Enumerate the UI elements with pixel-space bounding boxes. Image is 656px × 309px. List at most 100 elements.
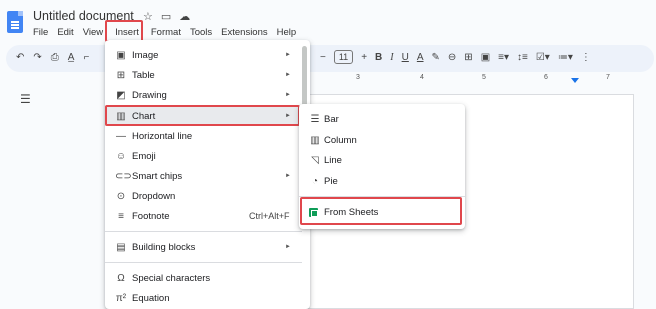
toolbar: ↶ ↷ ⎙ A̲ ⌐ − 11 + B I U A ✎ ⊖ ⊞ ▣ ≡▾ ↕≡ … <box>6 45 654 72</box>
menu-item-shortcut: Ctrl+Alt+F <box>249 211 290 221</box>
submenu-item-label: Bar <box>324 113 339 125</box>
submenu-item-column[interactable]: ▥ Column <box>299 130 465 150</box>
submenu-arrow-icon: ► <box>285 173 291 179</box>
table-icon: ⊞ <box>116 69 126 81</box>
menu-item-horizontal-line[interactable]: — Horizontal line <box>105 126 302 146</box>
indent-marker-icon[interactable] <box>571 78 579 83</box>
menu-item-label: Smart chips <box>132 170 183 182</box>
menu-view[interactable]: View <box>83 27 103 38</box>
menu-item-label: Drawing <box>132 89 167 101</box>
menu-item-image[interactable]: ▣ Image ► <box>105 45 302 65</box>
italic-button[interactable]: I <box>390 52 393 63</box>
menu-item-equation[interactable]: π² Equation <box>105 288 302 308</box>
menu-item-label: Horizontal line <box>132 130 193 142</box>
menu-item-footnote[interactable]: ≡ Footnote Ctrl+Alt+F <box>105 206 302 226</box>
ruler-mark: 4 <box>420 74 424 81</box>
move-folder-icon[interactable]: ▭ <box>161 10 171 23</box>
star-icon[interactable]: ☆ <box>143 10 153 23</box>
emoji-icon: ☺ <box>115 150 127 162</box>
building-blocks-icon: ▤ <box>116 241 126 253</box>
ruler-mark: 6 <box>544 74 548 81</box>
menu-format[interactable]: Format <box>151 27 181 38</box>
menu-item-label: Equation <box>132 292 170 304</box>
menu-extensions[interactable]: Extensions <box>221 27 267 38</box>
cloud-status-icon[interactable]: ☁ <box>179 10 190 23</box>
redo-icon[interactable]: ↷ <box>33 52 41 63</box>
submenu-item-line[interactable]: ◹ Line <box>299 150 465 170</box>
special-characters-icon: Ω <box>117 272 125 284</box>
menu-tools[interactable]: Tools <box>190 27 212 38</box>
menu-divider <box>105 231 302 232</box>
menu-bar: File Edit View Insert Format Tools Exten… <box>33 27 305 38</box>
insert-highlight-box <box>105 20 143 42</box>
align-icon[interactable]: ≡▾ <box>498 52 509 63</box>
menu-item-table[interactable]: ⊞ Table ► <box>105 65 302 85</box>
submenu-item-label: Pie <box>324 175 338 187</box>
undo-icon[interactable]: ↶ <box>16 52 24 63</box>
submenu-item-label: Column <box>324 134 357 146</box>
from-sheets-highlight-box <box>300 197 462 225</box>
link-icon[interactable]: ⊖ <box>448 52 456 63</box>
ruler-mark: 7 <box>606 74 610 81</box>
smart-chips-icon: ⊂⊃ <box>115 170 132 182</box>
menu-item-smart-chips[interactable]: ⊂⊃ Smart chips ► <box>105 166 302 186</box>
submenu-arrow-icon: ► <box>285 244 291 250</box>
horizontal-line-icon: — <box>116 130 126 142</box>
menu-item-label: Building blocks <box>132 241 196 253</box>
submenu-item-pie[interactable]: ◔ Pie <box>299 171 465 191</box>
menu-help[interactable]: Help <box>277 27 297 38</box>
ruler[interactable]: 3 4 5 6 7 <box>304 74 634 86</box>
toolbar-right-group: − 11 + B I U A ✎ ⊖ ⊞ ▣ ≡▾ ↕≡ ☑▾ ≔▾ ⋮ <box>320 50 591 64</box>
footnote-icon: ≡ <box>118 210 124 222</box>
drawing-icon: ◩ <box>116 89 126 101</box>
comment-icon[interactable]: ⊞ <box>464 52 472 63</box>
menu-edit[interactable]: Edit <box>57 27 73 38</box>
insert-image-icon[interactable]: ▣ <box>481 52 490 63</box>
menu-file[interactable]: File <box>33 27 48 38</box>
menu-item-label: Footnote <box>132 210 170 222</box>
document-outline-icon[interactable]: ☰ <box>20 92 31 106</box>
docs-logo-icon[interactable] <box>7 11 23 33</box>
docs-app: Untitled document ☆ ▭ ☁ File Edit View I… <box>0 0 656 309</box>
submenu-item-bar[interactable]: ☰ Bar <box>299 109 465 129</box>
submenu-arrow-icon: ► <box>285 92 291 98</box>
numbered-list-icon[interactable]: ⋮ <box>581 52 591 63</box>
decrease-font-size-button[interactable]: − <box>320 52 326 63</box>
menu-item-dropdown[interactable]: ⊙ Dropdown <box>105 186 302 206</box>
menu-item-label: Special characters <box>132 272 211 284</box>
checklist-icon[interactable]: ☑▾ <box>536 52 550 63</box>
underline-button[interactable]: U <box>402 52 409 63</box>
menu-item-label: Emoji <box>132 150 156 162</box>
image-icon: ▣ <box>116 49 126 61</box>
title-icons: ☆ ▭ ☁ <box>143 10 190 23</box>
menu-item-label: Dropdown <box>132 190 176 202</box>
font-size-input[interactable]: 11 <box>333 50 354 64</box>
increase-font-size-button[interactable]: + <box>361 52 367 63</box>
spellcheck-icon[interactable]: A̲ <box>68 52 75 63</box>
bulleted-list-icon[interactable]: ≔▾ <box>558 52 573 63</box>
ruler-mark: 5 <box>482 74 486 81</box>
ruler-mark: 3 <box>356 74 360 81</box>
bold-button[interactable]: B <box>375 52 382 63</box>
menu-item-label: Table <box>132 69 155 81</box>
menu-item-special-characters[interactable]: Ω Special characters <box>105 268 302 288</box>
submenu-arrow-icon: ► <box>285 52 291 58</box>
menu-item-building-blocks[interactable]: ▤ Building blocks ► <box>105 237 302 257</box>
chart-highlight-box <box>105 105 300 126</box>
dropdown-icon: ⊙ <box>116 190 126 202</box>
menu-item-emoji[interactable]: ☺ Emoji <box>105 146 302 166</box>
insert-menu: ▣ Image ► ⊞ Table ► ◩ Drawing ► ▥ Chart … <box>105 40 310 309</box>
column-chart-icon: ▥ <box>310 134 320 146</box>
line-chart-icon: ◹ <box>311 154 319 166</box>
menu-divider <box>105 262 302 263</box>
highlight-color-icon[interactable]: ✎ <box>432 52 440 63</box>
line-spacing-icon[interactable]: ↕≡ <box>517 52 528 63</box>
menu-item-label: Image <box>132 49 159 61</box>
menu-item-drawing[interactable]: ◩ Drawing ► <box>105 85 302 105</box>
paint-format-icon[interactable]: ⌐ <box>83 52 89 63</box>
text-color-button[interactable]: A <box>417 52 424 63</box>
pie-chart-icon: ◔ <box>311 175 319 187</box>
print-icon[interactable]: ⎙ <box>51 52 59 63</box>
submenu-item-label: Line <box>324 154 342 166</box>
bar-chart-icon: ☰ <box>310 113 320 125</box>
